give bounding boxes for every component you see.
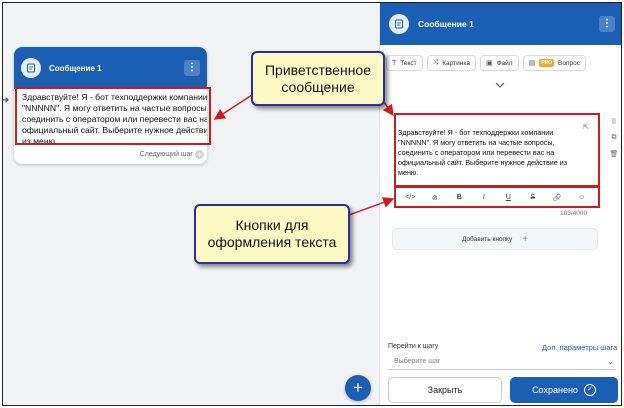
goto-step-placeholder: Выберите шаг xyxy=(394,358,441,365)
add-node-button[interactable]: + xyxy=(345,375,371,401)
question-icon: ▤ xyxy=(528,60,536,67)
type-file-button[interactable]: ▣ Файл xyxy=(479,55,519,71)
close-button[interactable]: Закрыть xyxy=(388,377,502,403)
delete-icon[interactable]: 🗑 xyxy=(610,150,619,158)
step-params-link[interactable]: Доп. параметры шага xyxy=(542,343,617,352)
pro-badge: PRO xyxy=(539,59,555,67)
message-icon xyxy=(21,58,41,78)
text-icon: T xyxy=(392,59,397,67)
content-type-bar: T Текст ⤨ Картинка ▣ Файл ▤ PRO Вопрос xyxy=(386,55,618,71)
toolbar-highlight xyxy=(394,186,600,208)
screenshot-frame: ➜ Сообщение 1 ⋮ Здравствуйте! Я - бот те… xyxy=(2,2,622,406)
format-buttons-callout-text: Кнопки для оформления текста xyxy=(207,217,337,250)
greeting-callout-text: Приветственное сообщение xyxy=(264,61,372,95)
char-counter: 183/4000 xyxy=(560,210,588,217)
side-actions: ⠿ ⧉ 🗑 xyxy=(608,118,620,158)
greeting-callout: Приветственное сообщение xyxy=(251,51,385,106)
connector-arrow-icon: ➜ xyxy=(3,95,9,106)
type-text-button[interactable]: T Текст xyxy=(386,55,423,71)
image-icon: ⤨ xyxy=(432,59,439,66)
add-button-button[interactable]: Добавить кнопку + xyxy=(392,228,598,250)
node-text-highlight xyxy=(15,87,211,145)
drag-handle-icon[interactable]: ⠿ xyxy=(611,118,616,126)
panel-menu-button[interactable]: ⋮ xyxy=(599,16,615,32)
chevron-down-icon: ⌄ xyxy=(607,357,614,366)
plus-icon: + xyxy=(522,233,529,245)
save-button[interactable]: Сохранено ✓ xyxy=(510,377,618,403)
node-title: Сообщение 1 xyxy=(49,63,102,73)
format-buttons-callout: Кнопки для оформления текста xyxy=(194,204,350,264)
type-image-button[interactable]: ⤨ Картинка xyxy=(426,55,476,71)
chevron-down-icon[interactable] xyxy=(494,81,506,89)
message-icon xyxy=(389,14,409,34)
node-header: Сообщение 1 ⋮ xyxy=(14,47,207,89)
file-icon: ▣ xyxy=(485,60,493,67)
copy-icon[interactable]: ⧉ xyxy=(612,134,617,142)
save-button-label: Сохранено xyxy=(532,385,578,395)
next-step-connector-icon[interactable]: + xyxy=(195,150,204,159)
editor-text-highlight xyxy=(394,113,600,187)
add-button-label: Добавить кнопку xyxy=(461,235,513,243)
goto-step-select[interactable]: Выберите шаг ⌄ xyxy=(388,354,616,370)
panel-header: Сообщение 1 ⋮ xyxy=(380,3,621,45)
check-circle-icon: ✓ xyxy=(583,384,596,396)
goto-step-label: Перейти к шагу xyxy=(388,343,439,350)
panel-title: Сообщение 1 xyxy=(418,19,474,29)
node-menu-button[interactable]: ⋮ xyxy=(184,60,200,76)
next-step-label[interactable]: Следующий шаг xyxy=(140,151,193,158)
type-question-button[interactable]: ▤ PRO Вопрос xyxy=(522,55,586,71)
